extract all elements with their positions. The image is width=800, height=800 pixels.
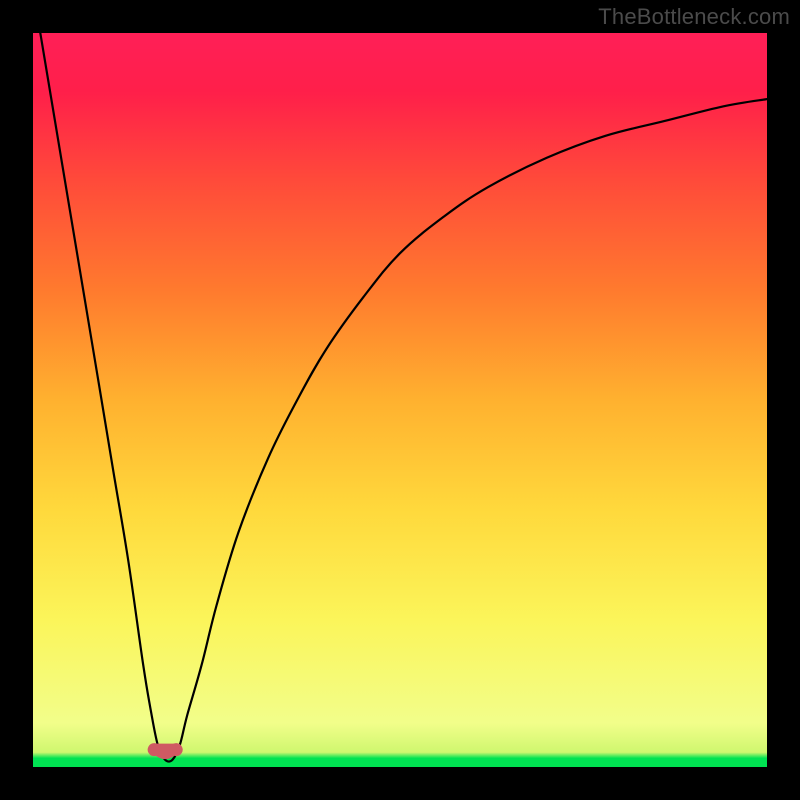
plot-area <box>33 33 767 767</box>
chart-frame: TheBottleneck.com <box>0 0 800 800</box>
bottleneck-curve <box>40 33 767 762</box>
curve-svg <box>33 33 767 767</box>
valley-marker <box>148 744 182 759</box>
watermark-text: TheBottleneck.com <box>598 4 790 30</box>
